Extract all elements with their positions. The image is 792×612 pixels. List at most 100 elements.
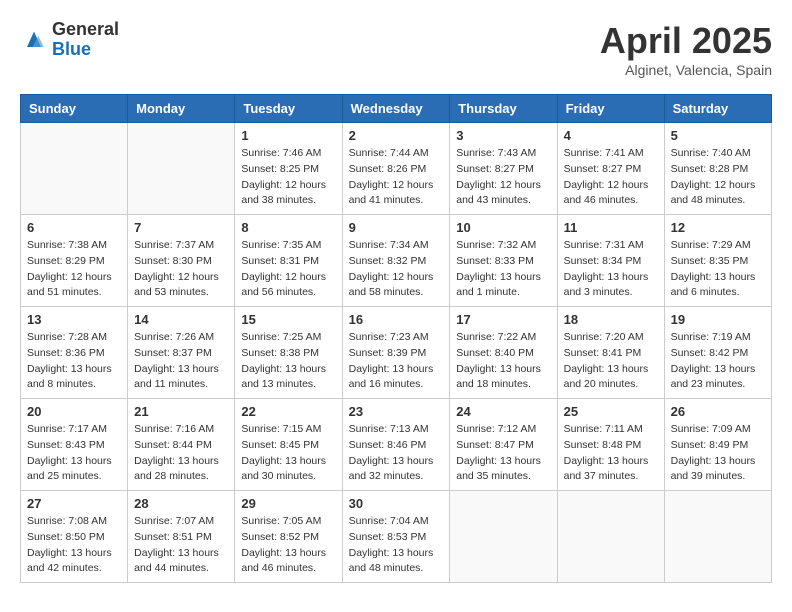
day-info: Sunrise: 7:23 AMSunset: 8:39 PMDaylight:… bbox=[349, 330, 444, 393]
calendar-cell: 25Sunrise: 7:11 AMSunset: 8:48 PMDayligh… bbox=[557, 399, 664, 491]
day-number: 12 bbox=[671, 220, 765, 235]
day-info: Sunrise: 7:13 AMSunset: 8:46 PMDaylight:… bbox=[349, 422, 444, 485]
logo-general-text: General bbox=[52, 20, 119, 40]
day-number: 7 bbox=[134, 220, 228, 235]
day-number: 30 bbox=[349, 496, 444, 511]
calendar-cell: 19 Sunrise: 7:19 AMSunset: 8:42 PMDayligh… bbox=[664, 307, 771, 399]
calendar-cell: 27 Sunrise: 7:08 AMSunset: 8:50 PMDayligh… bbox=[21, 491, 128, 583]
weekday-header-row: SundayMondayTuesdayWednesdayThursdayFrid… bbox=[21, 95, 772, 123]
calendar-cell: 7 Sunrise: 7:37 AMSunset: 8:30 PMDaylight… bbox=[128, 215, 235, 307]
calendar-cell bbox=[664, 491, 771, 583]
calendar-cell: 14 Sunrise: 7:26 AMSunset: 8:37 PMDayligh… bbox=[128, 307, 235, 399]
calendar-cell: 30 Sunrise: 7:04 AMSunset: 8:53 PMDayligh… bbox=[342, 491, 450, 583]
day-info: Sunrise: 7:15 AMSunset: 8:45 PMDaylight:… bbox=[241, 422, 335, 485]
calendar-cell: 10 Sunrise: 7:32 AMSunset: 8:33 PMDayligh… bbox=[450, 215, 557, 307]
day-number: 21 bbox=[134, 404, 228, 419]
logo-icon bbox=[20, 26, 48, 54]
weekday-header-friday: Friday bbox=[557, 95, 664, 123]
day-number: 18 bbox=[564, 312, 658, 327]
calendar-cell: 12 Sunrise: 7:29 AMSunset: 8:35 PMDayligh… bbox=[664, 215, 771, 307]
day-info: Sunrise: 7:41 AMSunset: 8:27 PMDaylight:… bbox=[564, 146, 658, 209]
day-number: 4 bbox=[564, 128, 658, 143]
day-info: Sunrise: 7:26 AMSunset: 8:37 PMDaylight:… bbox=[134, 330, 228, 393]
day-number: 17 bbox=[456, 312, 550, 327]
calendar-cell: 23 Sunrise: 7:13 AMSunset: 8:46 PMDayligh… bbox=[342, 399, 450, 491]
calendar-cell: 8 Sunrise: 7:35 AMSunset: 8:31 PMDaylight… bbox=[235, 215, 342, 307]
calendar-cell: 1 Sunrise: 7:46 AMSunset: 8:25 PMDaylight… bbox=[235, 123, 342, 215]
page-container: General Blue April 2025 Alginet, Valenci… bbox=[20, 20, 772, 583]
day-number: 24 bbox=[456, 404, 550, 419]
calendar-cell: 29 Sunrise: 7:05 AMSunset: 8:52 PMDayligh… bbox=[235, 491, 342, 583]
day-number: 26 bbox=[671, 404, 765, 419]
day-info: Sunrise: 7:29 AMSunset: 8:35 PMDaylight:… bbox=[671, 238, 765, 301]
calendar-cell: 18 Sunrise: 7:20 AMSunset: 8:41 PMDayligh… bbox=[557, 307, 664, 399]
day-info: Sunrise: 7:43 AMSunset: 8:27 PMDaylight:… bbox=[456, 146, 550, 209]
weekday-header-wednesday: Wednesday bbox=[342, 95, 450, 123]
weekday-header-sunday: Sunday bbox=[21, 95, 128, 123]
day-info: Sunrise: 7:20 AMSunset: 8:41 PMDaylight:… bbox=[564, 330, 658, 393]
logo: General Blue bbox=[20, 20, 119, 60]
day-number: 29 bbox=[241, 496, 335, 511]
week-row-4: 20 Sunrise: 7:17 AMSunset: 8:43 PMDayligh… bbox=[21, 399, 772, 491]
logo-text: General Blue bbox=[52, 20, 119, 60]
calendar-cell: 28 Sunrise: 7:07 AMSunset: 8:51 PMDayligh… bbox=[128, 491, 235, 583]
day-number: 27 bbox=[27, 496, 121, 511]
calendar-cell bbox=[557, 491, 664, 583]
day-number: 1 bbox=[241, 128, 335, 143]
day-info: Sunrise: 7:22 AMSunset: 8:40 PMDaylight:… bbox=[456, 330, 550, 393]
weekday-header-tuesday: Tuesday bbox=[235, 95, 342, 123]
header: General Blue April 2025 Alginet, Valenci… bbox=[20, 20, 772, 78]
calendar-cell: 15Sunrise: 7:25 AMSunset: 8:38 PMDayligh… bbox=[235, 307, 342, 399]
day-info: Sunrise: 7:04 AMSunset: 8:53 PMDaylight:… bbox=[349, 514, 444, 577]
week-row-3: 13Sunrise: 7:28 AMSunset: 8:36 PMDayligh… bbox=[21, 307, 772, 399]
calendar-cell: 2Sunrise: 7:44 AMSunset: 8:26 PMDaylight… bbox=[342, 123, 450, 215]
day-info: Sunrise: 7:37 AMSunset: 8:30 PMDaylight:… bbox=[134, 238, 228, 301]
day-info: Sunrise: 7:44 AMSunset: 8:26 PMDaylight:… bbox=[349, 146, 444, 209]
calendar-cell: 24 Sunrise: 7:12 AMSunset: 8:47 PMDayligh… bbox=[450, 399, 557, 491]
day-number: 20 bbox=[27, 404, 121, 419]
logo-blue-text: Blue bbox=[52, 40, 119, 60]
calendar-cell: 4 Sunrise: 7:41 AMSunset: 8:27 PMDaylight… bbox=[557, 123, 664, 215]
week-row-2: 6Sunrise: 7:38 AMSunset: 8:29 PMDaylight… bbox=[21, 215, 772, 307]
day-number: 16 bbox=[349, 312, 444, 327]
day-number: 6 bbox=[27, 220, 121, 235]
day-info: Sunrise: 7:46 AMSunset: 8:25 PMDaylight:… bbox=[241, 146, 335, 209]
day-info: Sunrise: 7:19 AMSunset: 8:42 PMDaylight:… bbox=[671, 330, 765, 393]
day-info: Sunrise: 7:11 AMSunset: 8:48 PMDaylight:… bbox=[564, 422, 658, 485]
calendar-cell: 11Sunrise: 7:31 AMSunset: 8:34 PMDayligh… bbox=[557, 215, 664, 307]
day-info: Sunrise: 7:17 AMSunset: 8:43 PMDaylight:… bbox=[27, 422, 121, 485]
day-info: Sunrise: 7:28 AMSunset: 8:36 PMDaylight:… bbox=[27, 330, 121, 393]
day-number: 15 bbox=[241, 312, 335, 327]
day-info: Sunrise: 7:12 AMSunset: 8:47 PMDaylight:… bbox=[456, 422, 550, 485]
calendar-cell: 22Sunrise: 7:15 AMSunset: 8:45 PMDayligh… bbox=[235, 399, 342, 491]
calendar-cell: 21Sunrise: 7:16 AMSunset: 8:44 PMDayligh… bbox=[128, 399, 235, 491]
calendar-cell: 17 Sunrise: 7:22 AMSunset: 8:40 PMDayligh… bbox=[450, 307, 557, 399]
day-info: Sunrise: 7:32 AMSunset: 8:33 PMDaylight:… bbox=[456, 238, 550, 301]
week-row-1: 1 Sunrise: 7:46 AMSunset: 8:25 PMDaylight… bbox=[21, 123, 772, 215]
calendar: SundayMondayTuesdayWednesdayThursdayFrid… bbox=[20, 94, 772, 583]
day-number: 14 bbox=[134, 312, 228, 327]
day-info: Sunrise: 7:35 AMSunset: 8:31 PMDaylight:… bbox=[241, 238, 335, 301]
day-info: Sunrise: 7:40 AMSunset: 8:28 PMDaylight:… bbox=[671, 146, 765, 209]
calendar-cell: 26 Sunrise: 7:09 AMSunset: 8:49 PMDayligh… bbox=[664, 399, 771, 491]
day-info: Sunrise: 7:08 AMSunset: 8:50 PMDaylight:… bbox=[27, 514, 121, 577]
calendar-cell bbox=[21, 123, 128, 215]
day-number: 28 bbox=[134, 496, 228, 511]
day-info: Sunrise: 7:05 AMSunset: 8:52 PMDaylight:… bbox=[241, 514, 335, 577]
calendar-cell: 20 Sunrise: 7:17 AMSunset: 8:43 PMDayligh… bbox=[21, 399, 128, 491]
day-info: Sunrise: 7:07 AMSunset: 8:51 PMDaylight:… bbox=[134, 514, 228, 577]
calendar-cell bbox=[128, 123, 235, 215]
day-info: Sunrise: 7:09 AMSunset: 8:49 PMDaylight:… bbox=[671, 422, 765, 485]
calendar-cell: 3Sunrise: 7:43 AMSunset: 8:27 PMDaylight… bbox=[450, 123, 557, 215]
day-number: 10 bbox=[456, 220, 550, 235]
calendar-cell: 9Sunrise: 7:34 AMSunset: 8:32 PMDaylight… bbox=[342, 215, 450, 307]
day-number: 8 bbox=[241, 220, 335, 235]
calendar-cell: 13Sunrise: 7:28 AMSunset: 8:36 PMDayligh… bbox=[21, 307, 128, 399]
day-number: 23 bbox=[349, 404, 444, 419]
weekday-header-monday: Monday bbox=[128, 95, 235, 123]
day-info: Sunrise: 7:31 AMSunset: 8:34 PMDaylight:… bbox=[564, 238, 658, 301]
title-area: April 2025 Alginet, Valencia, Spain bbox=[600, 20, 772, 78]
calendar-cell bbox=[450, 491, 557, 583]
day-number: 19 bbox=[671, 312, 765, 327]
day-info: Sunrise: 7:34 AMSunset: 8:32 PMDaylight:… bbox=[349, 238, 444, 301]
